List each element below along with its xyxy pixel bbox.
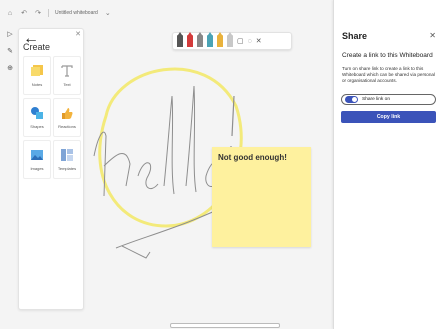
tile-images[interactable]: Images — [23, 140, 51, 179]
tile-label: Notes — [31, 82, 43, 87]
tile-text[interactable]: Text — [53, 56, 81, 95]
toggle-label: Share link on — [362, 97, 390, 102]
tile-notes[interactable]: Notes — [23, 56, 51, 95]
tile-templates[interactable]: Templates — [53, 140, 81, 179]
pen-teal[interactable] — [207, 32, 213, 47]
left-rail: ▷ ✎ ⊕ — [4, 30, 16, 72]
redo-icon[interactable]: ↷ — [34, 9, 42, 17]
home-icon[interactable]: ⌂ — [6, 9, 14, 17]
share-description: Turn on share link to create a link to t… — [342, 66, 435, 83]
eraser[interactable] — [227, 32, 233, 47]
sticky-note-text[interactable]: Not good enough! — [218, 153, 305, 162]
templates-icon — [61, 149, 73, 161]
ink-toolbar: ▢ ◌ ✕ — [172, 32, 292, 50]
share-link-toggle[interactable] — [345, 96, 358, 103]
pen-gray[interactable] — [197, 32, 203, 47]
share-link-toggle-row[interactable]: Share link on — [341, 94, 436, 105]
shapes-icon — [31, 107, 43, 119]
whiteboard-app: ⌂ ↶ ↷ Untitled whiteboard ⌄ ▷ ✎ ⊕ ← ✕ Cr… — [0, 0, 439, 329]
select-arrow-icon[interactable]: ▷ — [6, 30, 14, 38]
sticky-note[interactable]: Not good enough! — [212, 147, 311, 247]
tile-label: Reactions — [58, 124, 76, 129]
tile-label: Shapes — [30, 124, 44, 129]
tile-label: Images — [30, 166, 44, 171]
tile-label: Templates — [57, 166, 77, 171]
pen-red[interactable] — [187, 32, 193, 47]
pen-black[interactable] — [177, 32, 183, 47]
handwriting-stroke — [185, 85, 197, 193]
share-panel: Share ✕ Create a link to this Whiteboard… — [333, 0, 439, 329]
undo-icon[interactable]: ↶ — [20, 9, 28, 17]
share-subtitle: Create a link to this Whiteboard — [342, 52, 433, 59]
sticky-note-icon — [31, 65, 43, 76]
handwriting-stroke — [163, 95, 175, 195]
share-title: Share — [342, 31, 368, 41]
tile-reactions[interactable]: Reactions — [53, 98, 81, 137]
chevron-down-icon[interactable]: ⌄ — [104, 9, 112, 17]
image-icon — [31, 150, 43, 160]
close-icon[interactable]: ✕ — [256, 37, 262, 45]
handwriting-stroke — [121, 245, 151, 259]
pen-icon[interactable]: ✎ — [6, 47, 14, 55]
copy-link-button[interactable]: Copy link — [341, 111, 436, 123]
create-panel: ← ✕ Create Notes Text Shapes Reactions I… — [18, 28, 84, 310]
divider — [48, 9, 49, 17]
pen-yellow[interactable] — [217, 32, 223, 47]
ruler-icon[interactable]: ▢ — [237, 37, 244, 45]
create-panel-title: Create — [23, 42, 51, 52]
horizontal-scrollbar[interactable] — [170, 323, 280, 328]
handwriting-stroke — [230, 95, 235, 148]
tile-label: Text — [63, 82, 71, 87]
handwriting-stroke — [137, 162, 159, 189]
text-icon — [61, 65, 73, 77]
top-bar: ⌂ ↶ ↷ Untitled whiteboard ⌄ — [0, 0, 332, 26]
create-tiles: Notes Text Shapes Reactions Images Templ… — [23, 56, 81, 179]
board-title[interactable]: Untitled whiteboard — [55, 10, 98, 16]
close-icon[interactable]: ✕ — [75, 30, 81, 38]
add-icon[interactable]: ⊕ — [6, 64, 14, 72]
lasso-icon[interactable]: ◌ — [248, 38, 252, 45]
thumbs-up-icon — [62, 108, 73, 119]
tile-shapes[interactable]: Shapes — [23, 98, 51, 137]
close-icon[interactable]: ✕ — [429, 31, 436, 40]
